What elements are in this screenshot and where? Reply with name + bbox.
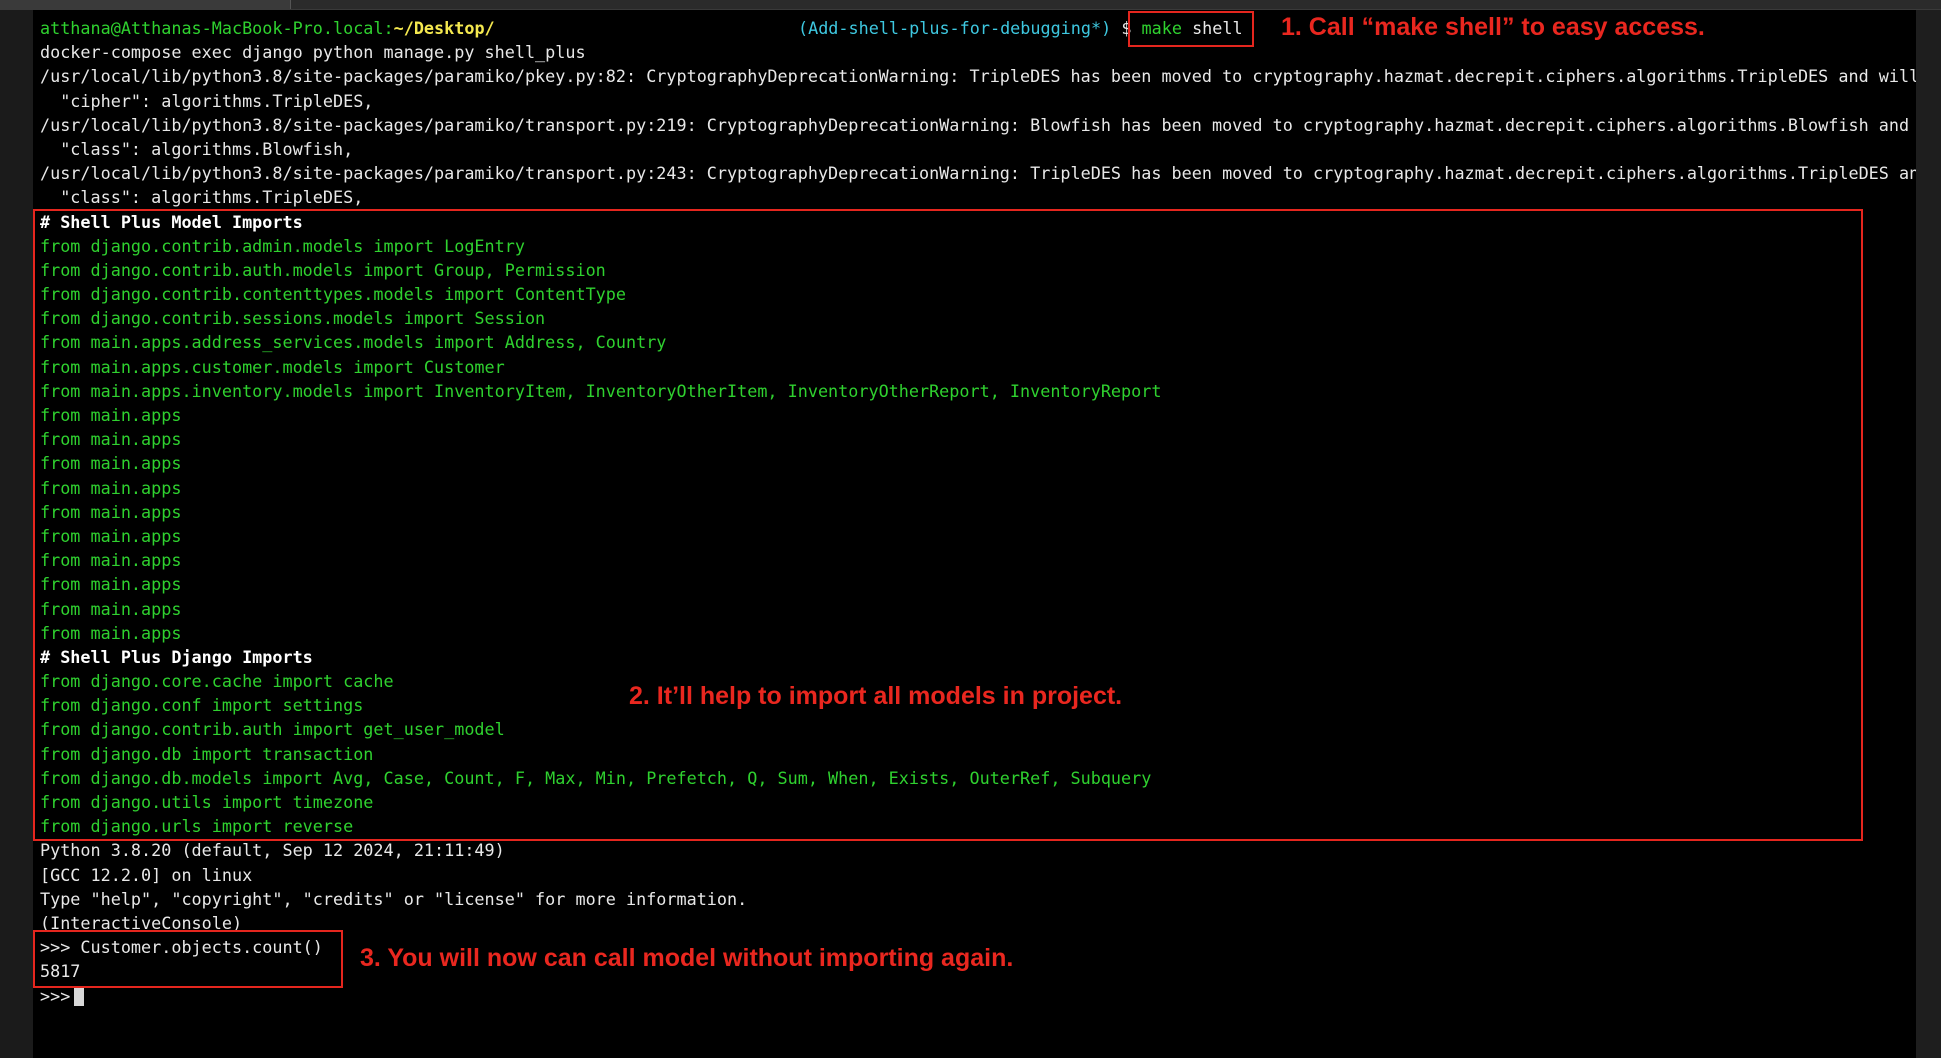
python-version-line: Python 3.8.20 (default, Sep 12 2024, 21:… xyxy=(40,840,505,861)
prompt-git-branch: (Add-shell-plus-for-debugging*) xyxy=(798,18,1112,38)
prompt-path: ~/Desktop/ xyxy=(393,18,495,38)
tab-divider xyxy=(290,0,291,9)
gcc-line: [GCC 12.2.0] on linux xyxy=(40,864,253,885)
help-line: Type "help", "copyright", "credits" or "… xyxy=(40,888,748,909)
text-cursor xyxy=(74,987,85,1006)
warning-line: /usr/local/lib/python3.8/site-packages/p… xyxy=(40,114,1916,135)
window-tab-strip xyxy=(0,0,1941,10)
terminal-tab[interactable] xyxy=(0,0,290,9)
prompt-user-host: atthana@Atthanas-MacBook-Pro.local: xyxy=(40,18,394,38)
output-line: "cipher": algorithms.TripleDES, xyxy=(40,90,374,111)
repl-prompt: >>> xyxy=(40,985,71,1006)
annotation-step-2: 2. It’ll help to import all models in pr… xyxy=(629,682,1123,710)
annotation-step-1: 1. Call “make shell” to easy access. xyxy=(1281,13,1705,41)
output-line: "class": algorithms.Blowfish, xyxy=(40,138,354,159)
output-line: "class": algorithms.TripleDES, xyxy=(40,187,364,208)
output-line: docker-compose exec django python manage… xyxy=(40,42,586,63)
scrollbar-track[interactable] xyxy=(1916,10,1941,1058)
highlight-box-imports xyxy=(33,209,1863,841)
highlight-box-make-shell xyxy=(1128,11,1254,47)
annotation-step-3: 3. You will now can call model without i… xyxy=(360,944,1014,972)
highlight-box-repl xyxy=(33,930,343,988)
warning-line: /usr/local/lib/python3.8/site-packages/p… xyxy=(40,163,1916,184)
warning-line: /usr/local/lib/python3.8/site-packages/p… xyxy=(40,66,1916,87)
